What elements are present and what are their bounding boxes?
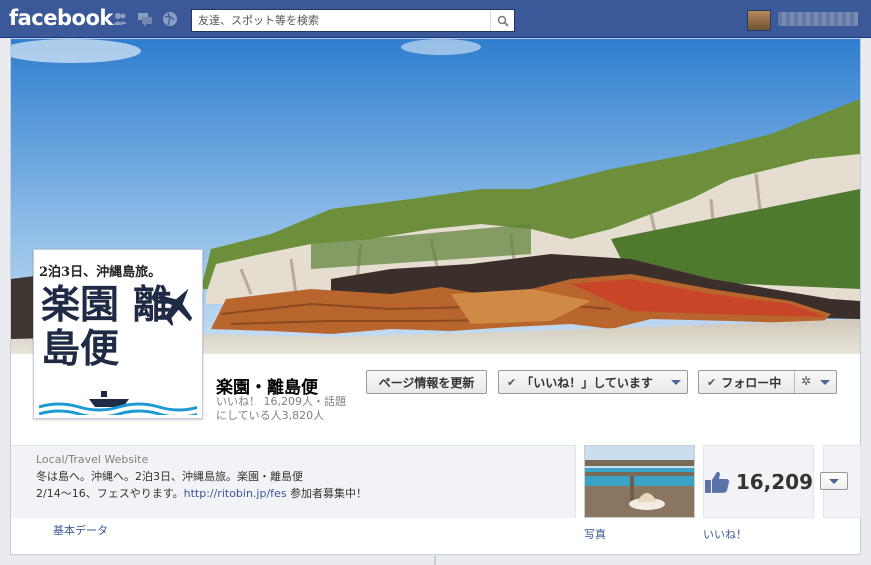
check-icon: ✔ [707, 375, 717, 389]
likes-app-label[interactable]: いいね！ [703, 526, 747, 542]
user-name-redacted[interactable] [778, 12, 858, 26]
likes-count: 16,209 [735, 469, 813, 494]
chevron-down-icon [829, 478, 839, 484]
search-icon [497, 15, 509, 27]
check-icon: ✔ [507, 375, 517, 389]
search-input[interactable] [192, 10, 488, 31]
description-suffix: 参加者募集中！ [286, 487, 368, 500]
profile-picture[interactable]: 2泊3日、沖縄島旅。 楽園 離島便 [33, 249, 203, 419]
liked-button[interactable]: ✔ 「いいね！」しています [498, 370, 688, 394]
thumbs-up-icon [704, 471, 730, 493]
gear-icon[interactable]: ✲ [801, 374, 811, 388]
top-bar: facebook [0, 0, 871, 38]
profile-tagline: 2泊3日、沖縄島旅。 [39, 265, 162, 280]
update-page-info-button[interactable]: ページ情報を更新 [366, 370, 487, 394]
basic-data-link[interactable]: 基本データ [53, 522, 108, 538]
photos-thumbnail-image [585, 446, 694, 517]
page-timeline: 2泊3日、沖縄島旅。 楽園 離島便 楽園・離島便 いいね！ 16,209人・話題… [10, 38, 861, 555]
likes-app[interactable]: 16,209 [703, 445, 814, 518]
more-apps-button[interactable] [820, 472, 848, 490]
search-button[interactable] [490, 10, 514, 31]
facebook-logo[interactable]: facebook [9, 6, 113, 30]
chevron-down-icon[interactable] [820, 380, 830, 385]
friends-icon[interactable] [112, 11, 128, 27]
airplane-icon [157, 288, 193, 326]
page-stats-line1: いいね！ 16,209人・話題 [216, 395, 346, 408]
chevron-down-icon [671, 380, 681, 385]
description-line2: 2/14〜16、フェスやります。http://ritobin.jp/fes 参加… [36, 485, 367, 501]
following-button-label: フォロー中 [721, 375, 782, 390]
timeline-divider [434, 556, 436, 565]
liked-button-label: 「いいね！」しています [521, 375, 653, 390]
page-stats-line2: にしている人3,820人 [216, 409, 325, 422]
description-text: 2/14〜16、フェスやります。 [36, 487, 184, 500]
user-avatar[interactable] [747, 10, 771, 31]
search-box [191, 9, 515, 32]
button-divider [794, 371, 795, 393]
notifications-icon[interactable] [162, 11, 178, 27]
ship-waves-icon [39, 391, 197, 415]
photos-app-thumbnail[interactable] [584, 445, 695, 518]
description-line1: 冬は島へ。沖縄へ。2泊3日、沖縄島旅。楽園・離島便 [36, 470, 303, 483]
profile-logo-image: 2泊3日、沖縄島旅。 楽園 離島便 [37, 253, 199, 415]
following-button[interactable]: ✔ フォロー中 ✲ [698, 370, 837, 394]
description-link[interactable]: http://ritobin.jp/fes [184, 487, 287, 500]
page-category[interactable]: Local/Travel Website [36, 453, 148, 466]
page-stats: いいね！ 16,209人・話題 にしている人3,820人 [216, 395, 366, 423]
messages-icon[interactable] [137, 11, 153, 27]
about-section: Local/Travel Website 冬は島へ。沖縄へ。2泊3日、沖縄島旅。… [11, 445, 576, 518]
photos-app-label[interactable]: 写真 [584, 526, 606, 542]
